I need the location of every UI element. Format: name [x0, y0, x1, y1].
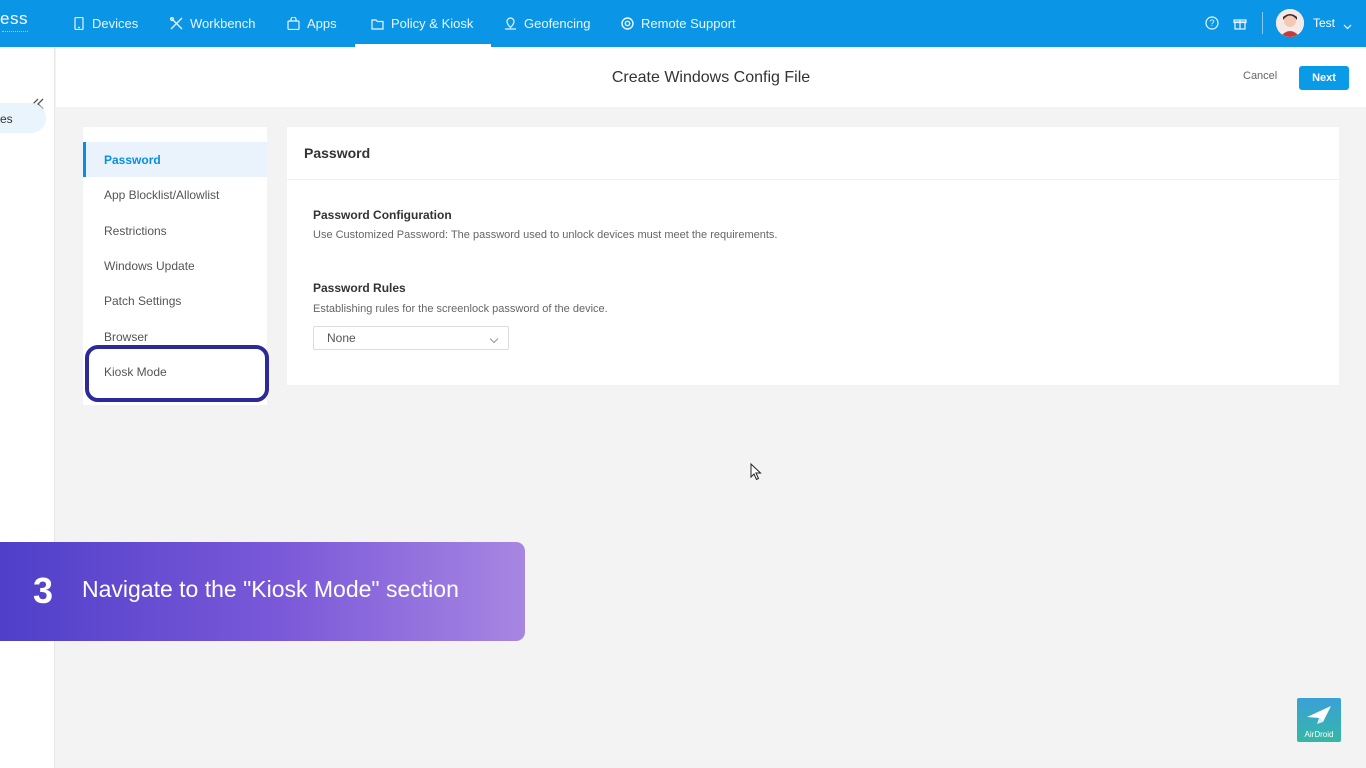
password-configuration-title: Password Configuration — [313, 208, 452, 222]
nav-devices[interactable]: Devices — [72, 0, 138, 47]
chevron-down-icon[interactable] — [1343, 17, 1352, 35]
menu-item-password[interactable]: Password — [83, 142, 267, 177]
chevron-down-icon — [489, 333, 499, 347]
menu-item-windows-update[interactable]: Windows Update — [83, 248, 267, 283]
next-button[interactable]: Next — [1299, 66, 1349, 90]
password-rules-select-value: None — [327, 331, 356, 345]
help-icon[interactable]: ? — [1204, 15, 1220, 31]
step-number: 3 — [33, 570, 54, 611]
airdroid-logo-text: AirDroid — [1304, 730, 1334, 739]
menu-item-restrictions[interactable]: Restrictions — [83, 213, 267, 248]
user-name[interactable]: Test — [1313, 16, 1335, 30]
brand-logo-text[interactable]: ess — [0, 9, 28, 29]
card-title: Password — [287, 127, 1339, 180]
password-configuration-description: Use Customized Password: The password us… — [313, 229, 778, 241]
folder-icon — [371, 17, 384, 30]
menu-item-browser[interactable]: Browser — [83, 319, 267, 354]
password-rules-select[interactable]: None — [313, 326, 509, 350]
nav-policy-kiosk-label: Policy & Kiosk — [391, 16, 474, 31]
avatar[interactable] — [1276, 9, 1304, 37]
toolbar-divider — [1262, 12, 1263, 34]
nav-apps[interactable]: Apps — [287, 0, 337, 47]
step-instruction: Navigate to the "Kiosk Mode" section — [82, 576, 459, 602]
nav-devices-label: Devices — [92, 16, 139, 31]
brand-underline — [2, 31, 28, 34]
menu-item-app-blocklist[interactable]: App Blocklist/Allowlist — [83, 177, 267, 212]
nav-remote-support[interactable]: Remote Support — [621, 0, 736, 47]
tablet-icon — [72, 17, 85, 30]
page-title: Create Windows Config File — [611, 69, 811, 86]
nav-remote-support-label: Remote Support — [641, 16, 736, 31]
nav-workbench[interactable]: Workbench — [170, 0, 256, 47]
airdroid-logo: AirDroid — [1297, 698, 1341, 742]
mouse-pointer-icon — [750, 462, 762, 486]
password-rules-title: Password Rules — [313, 281, 406, 295]
tutorial-step-caption: 3 Navigate to the "Kiosk Mode" section — [0, 542, 525, 641]
password-rules-description: Establishing rules for the screenlock pa… — [313, 303, 608, 315]
nav-geofencing-label: Geofencing — [524, 16, 591, 31]
password-settings-card: Password Password Configuration Use Cust… — [287, 127, 1339, 385]
tools-icon — [170, 17, 183, 30]
gift-icon[interactable] — [1232, 15, 1248, 31]
nav-policy-kiosk[interactable]: Policy & Kiosk — [354, 0, 492, 47]
nav-geofencing[interactable]: Geofencing — [504, 0, 591, 47]
lifebuoy-icon — [621, 17, 634, 30]
nav-workbench-label: Workbench — [190, 16, 256, 31]
map-icon — [504, 17, 517, 30]
svg-text:?: ? — [1209, 18, 1214, 28]
nav-apps-label: Apps — [307, 16, 337, 31]
menu-item-kiosk-mode[interactable]: Kiosk Mode — [83, 354, 267, 389]
bag-icon — [287, 17, 300, 30]
sidebar-item-label: es — [0, 112, 13, 126]
cancel-button[interactable]: Cancel — [1243, 70, 1277, 82]
page-header: Create Windows Config File — [56, 47, 1366, 107]
menu-item-patch-settings[interactable]: Patch Settings — [83, 283, 267, 318]
top-navigation-bar: ess Devices Workbench Apps Policy & Kios… — [0, 0, 1366, 47]
config-section-menu: Password App Blocklist/Allowlist Restric… — [83, 127, 267, 405]
left-sidebar — [0, 47, 55, 768]
